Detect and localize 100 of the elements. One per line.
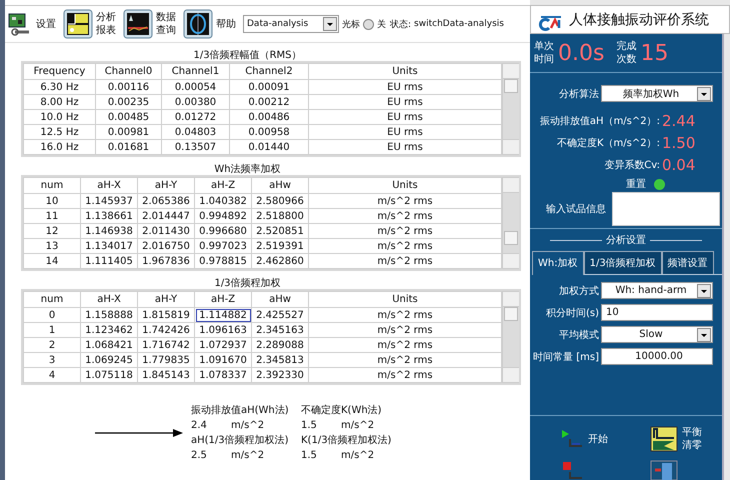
toolbar-button[interactable]: 分析 报表 [63, 9, 116, 39]
column-header: aHw [252, 292, 308, 308]
result-value: 1.5 [301, 449, 318, 463]
table-title: 1/3倍频程加权 [213, 276, 282, 289]
column-header: Frequency [24, 64, 96, 80]
mode-select[interactable]: Data-analysis [243, 15, 339, 33]
table-cell: 1.716742 [138, 338, 194, 352]
table-cell: 0.00054 [162, 80, 230, 94]
play-icon [560, 429, 584, 449]
table-title: Wh法频率加权 [213, 162, 282, 175]
table-cell: 2.345163 [252, 322, 308, 338]
toolbar-button[interactable]: 数据 查询 [123, 9, 176, 39]
door-icon[interactable] [650, 460, 678, 480]
reset-led[interactable] [654, 178, 665, 190]
action-button[interactable]: 平衡 清零 [650, 426, 730, 452]
data-panel-icon [123, 9, 153, 39]
toolbar-button[interactable]: 设置 [7, 12, 56, 36]
table-cell: 2.014447 [138, 208, 194, 224]
table-cell: 0.00485 [96, 110, 162, 124]
dropdown[interactable]: Slow [601, 326, 713, 343]
table-cell: 2.425527 [252, 308, 308, 322]
cursor-radio[interactable] [363, 18, 374, 30]
table-cell: 2.011430 [138, 224, 194, 238]
result-unit: m/s^2 [341, 449, 374, 463]
table-cell: 2.289088 [252, 338, 308, 352]
result-label: 振动排放值aH(Wh法) [191, 404, 290, 418]
table-cell: 1.134017 [80, 238, 138, 254]
table-cell: 0.997023 [194, 238, 252, 254]
table-cell: 0.01681 [96, 140, 162, 154]
settings-tab[interactable]: 频谱设置 [662, 251, 714, 274]
table-cell: 1.069245 [80, 352, 138, 368]
reading-label: 变异系数Cv: [603, 158, 660, 172]
reading-value: 0.04 [662, 156, 696, 174]
table-cell: 0.996680 [194, 224, 252, 238]
table-cell: 1.078337 [194, 368, 252, 382]
table-cell: 1.091670 [194, 352, 252, 368]
table-cell: 2 [24, 338, 80, 352]
table-cell: 10.0 Hz [24, 110, 96, 124]
input-field[interactable]: 10 [601, 304, 713, 321]
table-cell: EU rms [308, 124, 502, 140]
table-cell: 0.01440 [230, 140, 308, 154]
table-cell: EU rms [308, 110, 502, 124]
reading-label: 振动排放值aH（m/s^2）: [538, 114, 660, 128]
table-cell: 0 [24, 308, 80, 322]
table-cell: 0.00212 [230, 94, 308, 110]
number-field[interactable]: 10000.00 [601, 348, 713, 365]
column-header: num [24, 292, 80, 308]
column-header: aH-Y [138, 292, 194, 308]
stop-icon[interactable] [560, 460, 584, 480]
table-cell: 2.518800 [252, 208, 308, 224]
table-cell: 2.345813 [252, 352, 308, 368]
chart-panel-icon [63, 9, 93, 39]
action-button[interactable]: 开始 [560, 426, 650, 452]
table-title: 1/3倍频程幅值（RMS） [192, 48, 303, 61]
table-cell: 1.845143 [138, 368, 194, 382]
field-label: 输入试品信息 [546, 202, 606, 216]
table-cell: 1.072937 [194, 338, 252, 352]
table-cell: m/s^2 rms [308, 194, 502, 208]
reset-label: 重置 [626, 178, 646, 191]
table-cell: 1.146938 [80, 224, 138, 238]
column-header: aH-Y [138, 178, 194, 194]
sample-info-field[interactable] [612, 192, 720, 226]
table-cell: m/s^2 rms [308, 322, 502, 338]
table-cell: 1.111405 [80, 254, 138, 268]
result-label: K(1/3倍频程加权法) [301, 434, 392, 448]
table-cell: 6.30 Hz [24, 80, 96, 94]
table-cell: 1.114882 [194, 308, 252, 322]
toolbar-button[interactable]: 帮助 [183, 9, 236, 39]
scrollbar[interactable] [502, 177, 519, 269]
table-cell: 12 [24, 224, 80, 238]
table-cell: 2.392330 [252, 368, 308, 382]
result-value: 2.5 [191, 449, 208, 463]
oval-panel-icon [183, 9, 213, 39]
table-cell: 1.815819 [138, 308, 194, 322]
table-cell: 3 [24, 352, 80, 368]
column-header: aH-Z [194, 178, 252, 194]
table-cell: 2.520851 [252, 224, 308, 238]
table-cell: 1.075118 [80, 368, 138, 382]
result-unit: m/s^2 [341, 419, 374, 433]
field-label: 平均模式 [558, 328, 599, 342]
table-cell: 1.158888 [80, 308, 138, 322]
table-cell: 0.00981 [96, 124, 162, 140]
counter-value: 15 [640, 40, 668, 66]
table-cell: 2.462860 [252, 254, 308, 268]
result-value: 2.4 [191, 419, 208, 433]
table-cell: m/s^2 rms [308, 238, 502, 254]
table-cell: 1.096163 [194, 322, 252, 338]
table-cell: m/s^2 rms [308, 308, 502, 322]
status-label: 状态: [390, 18, 412, 30]
scrollbar[interactable] [502, 291, 519, 383]
table-cell: 1.145937 [80, 194, 138, 208]
settings-tab[interactable]: 1/3倍频程加权 [584, 251, 662, 274]
settings-tab[interactable]: Wh:加权 [532, 251, 584, 275]
scrollbar[interactable] [502, 63, 519, 155]
dropdown[interactable]: Wh: hand-arm [601, 282, 713, 299]
table-cell: 16.0 Hz [24, 140, 96, 154]
table-cell: 8.00 Hz [24, 94, 96, 110]
table-cell: 1.138661 [80, 208, 138, 224]
algorithm-select[interactable]: 频率加权Wh [601, 85, 713, 102]
table-cell: 0.978815 [194, 254, 252, 268]
